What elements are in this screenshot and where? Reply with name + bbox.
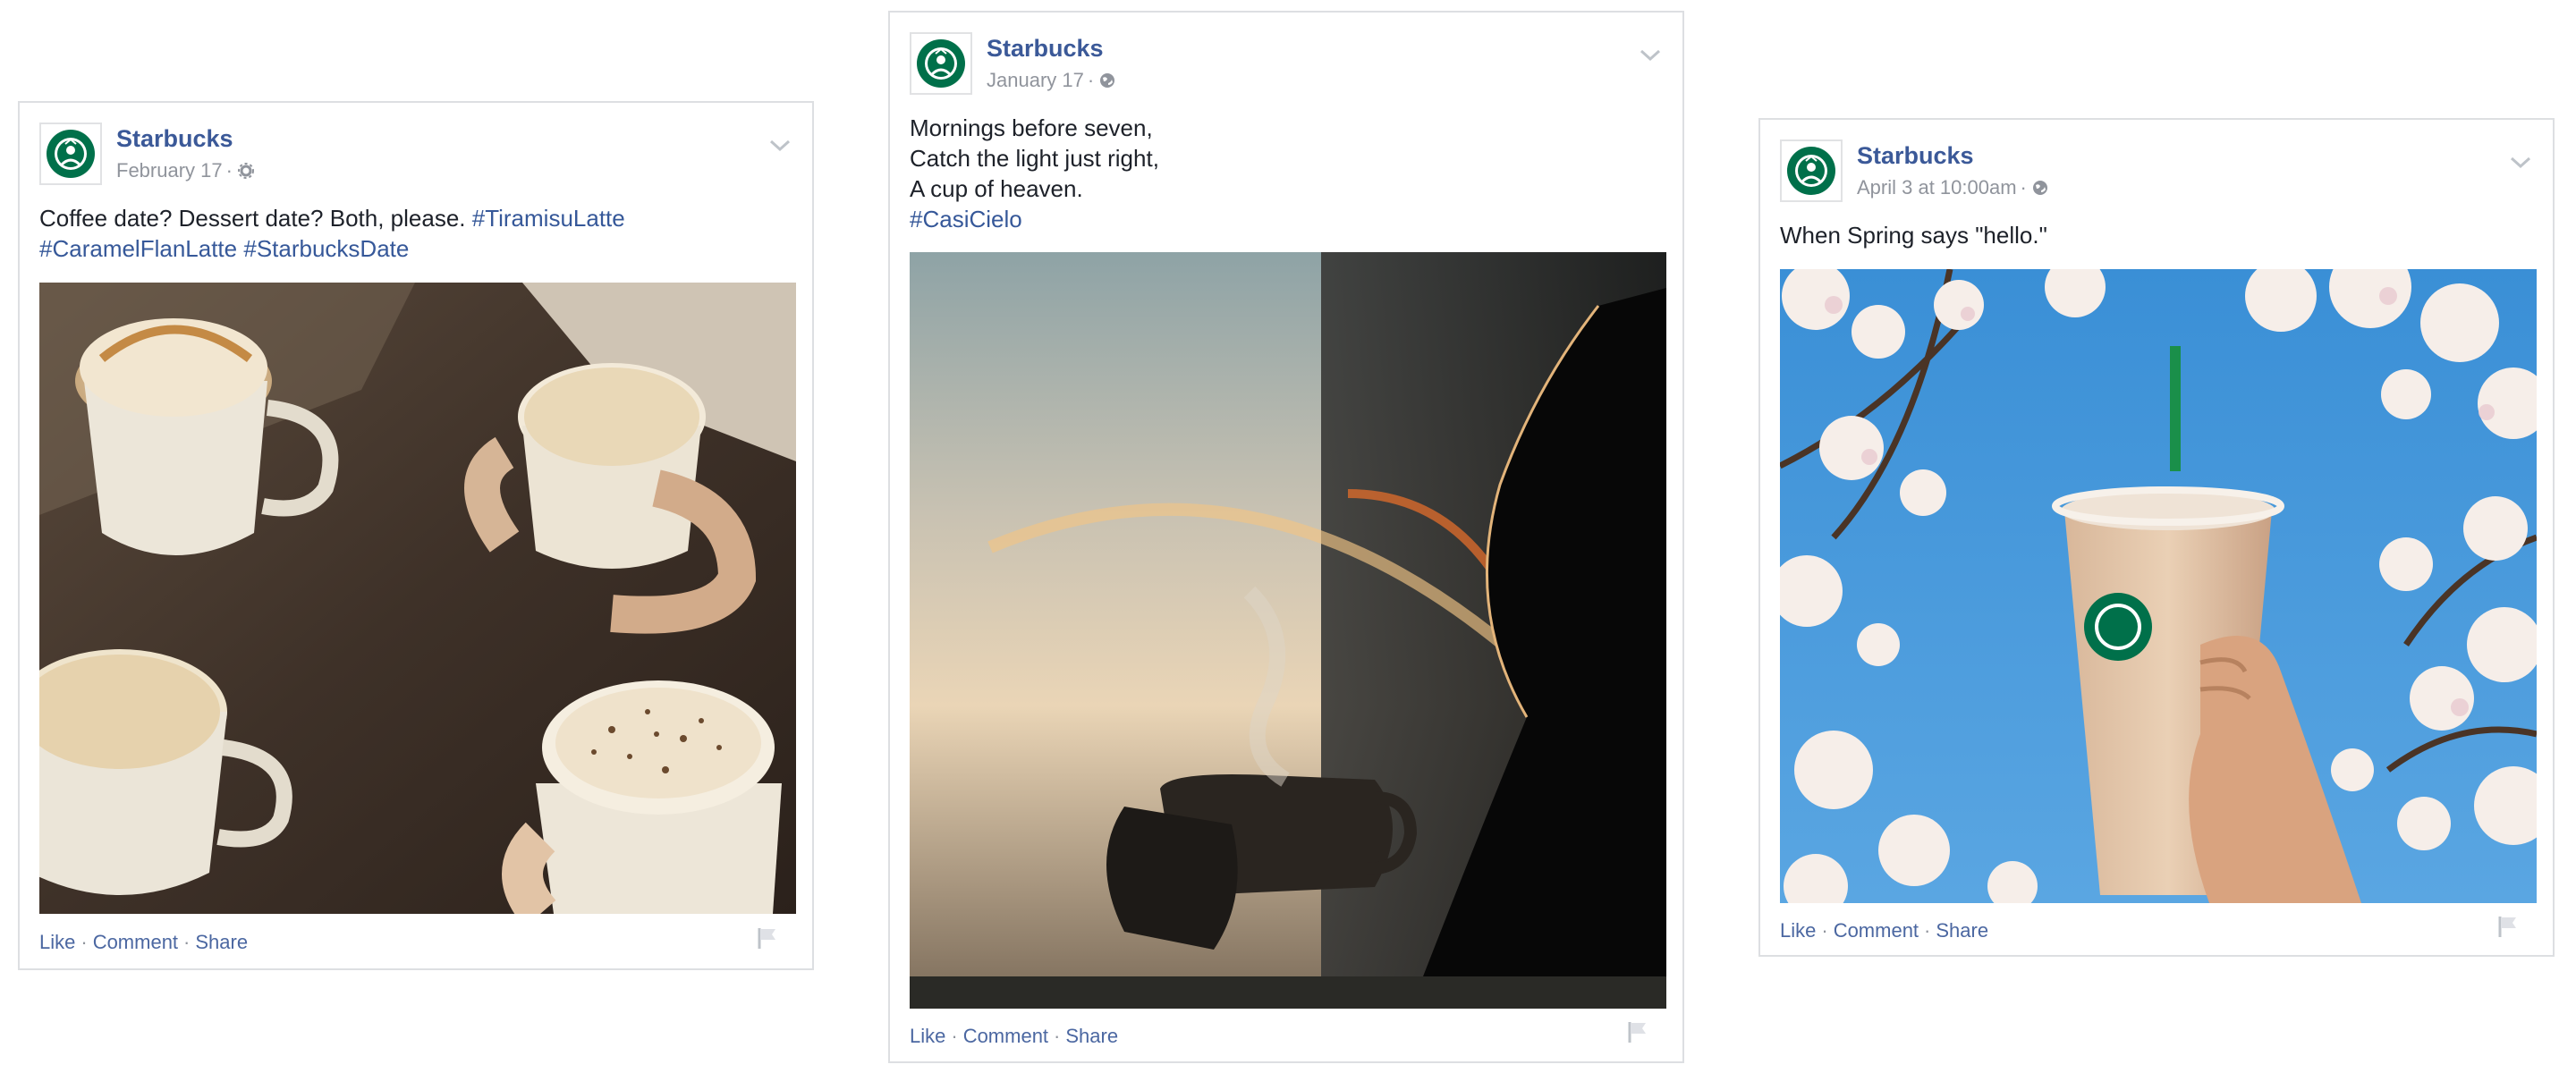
- chevron-down-icon[interactable]: [1638, 46, 1663, 64]
- post-photo[interactable]: [1780, 269, 2537, 903]
- post-meta: February 17 ·: [116, 158, 254, 183]
- post-text-line: Coffee date? Dessert date? Both, please.…: [39, 203, 792, 233]
- post-actions: Like · Comment · Share: [1780, 919, 1989, 942]
- page-name-link[interactable]: Starbucks: [987, 34, 1104, 63]
- post-text: Mornings before seven, Catch the light j…: [910, 113, 1663, 234]
- page-name-link[interactable]: Starbucks: [116, 124, 233, 153]
- post-text: When Spring says "hello.": [1780, 220, 2533, 250]
- post-text: Coffee date? Dessert date? Both, please.…: [39, 203, 792, 264]
- globe-icon[interactable]: [1099, 72, 1115, 89]
- starbucks-logo-icon: [917, 39, 965, 88]
- page-name-link[interactable]: Starbucks: [1857, 141, 1974, 170]
- avatar[interactable]: [39, 123, 102, 185]
- post-date-link[interactable]: January 17: [987, 69, 1084, 91]
- chevron-down-icon[interactable]: [2508, 154, 2533, 172]
- post-header: Starbucks April 3 at 10:00am ·: [1780, 139, 2533, 206]
- post-text-line: Mornings before seven,: [910, 114, 1153, 141]
- starbucks-logo-icon: [1787, 147, 1835, 195]
- avatar[interactable]: [1780, 139, 1843, 202]
- post-photo[interactable]: [910, 252, 1666, 1009]
- hashtag-link[interactable]: #CasiCielo: [910, 206, 1022, 232]
- avatar[interactable]: [910, 32, 972, 95]
- like-link[interactable]: Like: [39, 931, 75, 953]
- hashtag-link[interactable]: #CaramelFlanLatte: [39, 235, 237, 262]
- post-photo[interactable]: [39, 283, 796, 914]
- flag-icon[interactable]: [2496, 914, 2521, 939]
- comment-link[interactable]: Comment: [963, 1025, 1048, 1047]
- flag-icon[interactable]: [1625, 1019, 1650, 1044]
- share-link[interactable]: Share: [195, 931, 248, 953]
- comment-link[interactable]: Comment: [93, 931, 178, 953]
- hashtag-link[interactable]: #StarbucksDate: [243, 235, 409, 262]
- comment-link[interactable]: Comment: [1834, 919, 1919, 942]
- post-card: Starbucks April 3 at 10:00am · When Sprin…: [1758, 118, 2555, 957]
- hashtag-link[interactable]: #TiramisuLatte: [472, 205, 625, 232]
- post-text-line: When Spring says "hello.": [1780, 222, 2047, 249]
- globe-icon[interactable]: [2032, 180, 2048, 196]
- flag-icon[interactable]: [755, 925, 780, 950]
- post-header: Starbucks January 17 ·: [910, 32, 1663, 98]
- post-card: Starbucks February 17 · Coffee date? Dess…: [18, 101, 814, 970]
- like-link[interactable]: Like: [910, 1025, 945, 1047]
- starbucks-logo-icon: [47, 130, 95, 178]
- post-actions: Like · Comment · Share: [910, 1025, 1119, 1047]
- post-actions: Like · Comment · Share: [39, 931, 249, 953]
- post-card: Starbucks January 17 · Mornings before se…: [888, 11, 1684, 1063]
- post-meta: January 17 ·: [987, 68, 1115, 93]
- post-text-line: #CaramelFlanLatte #StarbucksDate: [39, 233, 792, 264]
- post-date-link[interactable]: February 17: [116, 159, 223, 182]
- post-meta: April 3 at 10:00am ·: [1857, 175, 2048, 200]
- post-text-plain: Coffee date? Dessert date? Both, please.: [39, 205, 472, 232]
- gear-icon[interactable]: [237, 163, 254, 179]
- like-link[interactable]: Like: [1780, 919, 1816, 942]
- chevron-down-icon[interactable]: [767, 137, 792, 155]
- share-link[interactable]: Share: [1065, 1025, 1118, 1047]
- post-header: Starbucks February 17 ·: [39, 123, 792, 189]
- share-link[interactable]: Share: [1936, 919, 1988, 942]
- post-date-link[interactable]: April 3 at 10:00am: [1857, 176, 2017, 199]
- post-text-line: Catch the light just right,: [910, 145, 1159, 172]
- post-text-line: A cup of heaven.: [910, 175, 1083, 202]
